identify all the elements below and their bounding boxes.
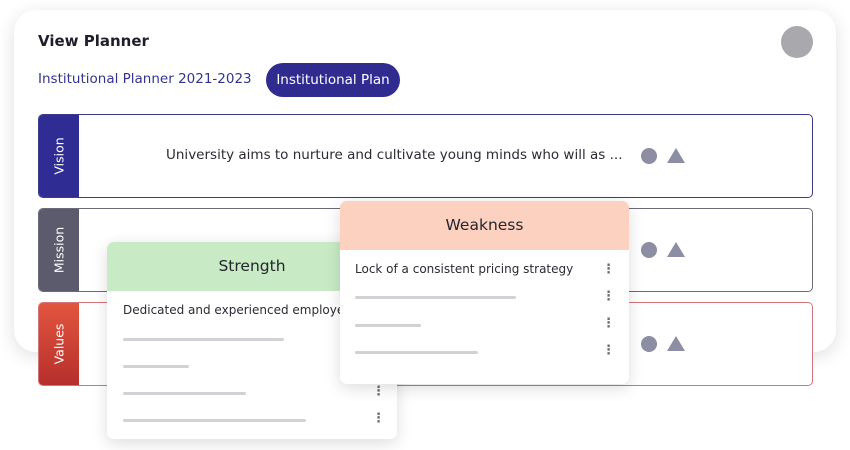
mission-label: Mission	[51, 226, 67, 274]
placeholder-line	[355, 296, 516, 299]
kebab-menu-icon[interactable]: ⋮	[602, 344, 615, 357]
placeholder-line	[123, 338, 284, 341]
triangle-icon[interactable]	[667, 148, 685, 163]
circle-icon[interactable]	[641, 242, 657, 258]
vision-text: University aims to nurture and cultivate…	[166, 147, 623, 163]
page-title: View Planner	[38, 32, 149, 50]
avatar[interactable]	[781, 26, 813, 58]
weakness-card-title: Weakness	[340, 201, 629, 250]
values-label: Values	[51, 323, 67, 365]
placeholder-line	[355, 324, 421, 327]
values-tab: Values	[39, 303, 79, 385]
kebab-menu-icon[interactable]: ⋮	[602, 290, 615, 303]
circle-icon[interactable]	[641, 336, 657, 352]
tab-institutional-plan[interactable]: Institutional Plan	[266, 63, 400, 97]
mission-tab: Mission	[39, 209, 79, 291]
stage: View Planner Institutional Planner 2021-…	[0, 0, 850, 450]
triangle-icon[interactable]	[667, 336, 685, 351]
circle-icon[interactable]	[641, 148, 657, 164]
kebab-menu-icon[interactable]: ⋮	[372, 385, 385, 398]
placeholder-line	[123, 392, 246, 395]
placeholder-line	[123, 365, 189, 368]
kebab-menu-icon[interactable]: ⋮	[602, 263, 615, 276]
placeholder-line	[123, 419, 306, 422]
vision-tab: Vision	[39, 115, 79, 197]
vision-label: Vision	[51, 137, 67, 175]
kebab-menu-icon[interactable]: ⋮	[602, 317, 615, 330]
weakness-item: Lock of a consistent pricing strategy	[355, 262, 574, 276]
breadcrumb-planner-link[interactable]: Institutional Planner 2021-2023	[38, 71, 252, 87]
weakness-card[interactable]: Weakness Lock of a consistent pricing st…	[340, 201, 629, 384]
triangle-icon[interactable]	[667, 242, 685, 257]
vision-row[interactable]: Vision University aims to nurture and cu…	[38, 114, 813, 198]
placeholder-line	[355, 351, 478, 354]
strength-item: Dedicated and experienced employe	[123, 303, 345, 317]
kebab-menu-icon[interactable]: ⋮	[372, 412, 385, 425]
